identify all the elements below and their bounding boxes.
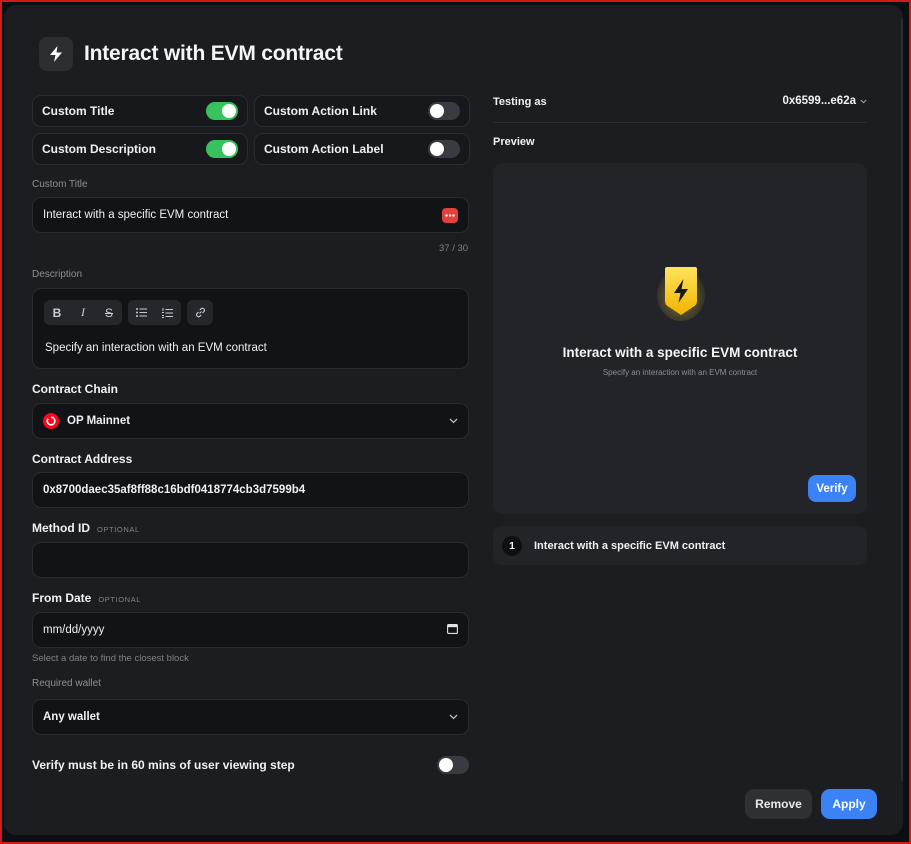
description-text: Specify an interaction with an EVM contr… xyxy=(45,342,267,354)
step-text: Interact with a specific EVM contract xyxy=(534,539,726,552)
optimism-icon xyxy=(43,413,59,429)
bold-icon[interactable]: B xyxy=(44,300,70,325)
interact-evm-modal: Interact with EVM contract Custom Title … xyxy=(4,5,903,835)
preview-subtitle: Specify an interaction with an EVM contr… xyxy=(602,368,758,377)
toggle-card-custom-action-label[interactable]: Custom Action Label xyxy=(254,133,470,165)
lightning-badge-icon xyxy=(657,265,705,321)
contract-chain-select[interactable]: OP Mainnet xyxy=(32,403,469,439)
contract-chain-label: Contract Chain xyxy=(32,382,119,396)
contract-address-input[interactable]: 0x8700daec35af8ff88c16bdf0418774cb3d7599… xyxy=(32,472,469,508)
link-toolbar xyxy=(187,300,213,325)
description-label: Description xyxy=(32,269,83,280)
from-date-helper: Select a date to find the closest block xyxy=(32,653,189,664)
wallet-address: 0x6599...e62a xyxy=(782,95,856,107)
method-id-label-text: Method ID xyxy=(32,521,90,535)
contract-address-value: 0x8700daec35af8ff88c16bdf0418774cb3d7599… xyxy=(43,484,306,496)
link-icon[interactable] xyxy=(187,300,213,325)
step-number: 1 xyxy=(502,535,522,556)
modal-title: Interact with EVM contract xyxy=(84,42,343,65)
strikethrough-icon[interactable]: S xyxy=(96,300,122,325)
verify-window-label: Verify must be in 60 mins of user viewin… xyxy=(32,758,295,772)
calendar-icon[interactable] xyxy=(447,623,458,637)
character-counter: 37 / 30 xyxy=(439,243,469,254)
custom-action-link-toggle[interactable] xyxy=(428,102,460,120)
apply-button[interactable]: Apply xyxy=(821,789,877,819)
toggle-label: Custom Title xyxy=(42,104,115,118)
list-toolbar xyxy=(128,300,181,325)
more-options-icon[interactable] xyxy=(442,207,458,223)
preview-label: Preview xyxy=(493,136,535,148)
toggle-card-custom-title[interactable]: Custom Title xyxy=(32,95,248,127)
custom-action-label-toggle[interactable] xyxy=(428,140,460,158)
text-format-toolbar: B I S xyxy=(44,300,122,325)
custom-title-toggle[interactable] xyxy=(206,102,238,120)
chevron-down-icon xyxy=(449,415,458,427)
contract-address-label: Contract Address xyxy=(32,452,133,466)
toggle-label: Custom Action Link xyxy=(264,104,377,118)
italic-icon[interactable]: I xyxy=(70,300,96,325)
description-editor[interactable]: B I S Specify an interaction with an EVM… xyxy=(32,288,469,369)
date-placeholder: mm/dd/yyyy xyxy=(43,624,105,636)
numbered-list-icon[interactable] xyxy=(154,300,180,325)
toggle-label: Custom Description xyxy=(42,142,157,156)
custom-title-value: Interact with a specific EVM contract xyxy=(43,209,229,221)
required-wallet-label: Required wallet xyxy=(32,678,101,689)
from-date-label: From Date OPTIONAL xyxy=(32,591,141,605)
from-date-label-text: From Date xyxy=(32,591,92,605)
verify-button[interactable]: Verify xyxy=(808,475,856,502)
contract-chain-value: OP Mainnet xyxy=(67,415,131,427)
toggle-card-custom-description[interactable]: Custom Description xyxy=(32,133,248,165)
wallet-selector[interactable]: 0x6599...e62a xyxy=(782,95,867,107)
required-wallet-value: Any wallet xyxy=(43,711,100,723)
preview-card: Interact with a specific EVM contract Sp… xyxy=(493,163,867,514)
custom-description-toggle[interactable] xyxy=(206,140,238,158)
lightning-icon xyxy=(39,37,73,71)
toggle-label: Custom Action Label xyxy=(264,142,384,156)
remove-button[interactable]: Remove xyxy=(745,789,812,819)
verify-window-toggle[interactable] xyxy=(437,756,469,774)
custom-title-input[interactable]: Interact with a specific EVM contract xyxy=(32,197,469,233)
optional-tag: OPTIONAL xyxy=(97,525,140,534)
scrollbar[interactable] xyxy=(901,17,903,782)
custom-title-label: Custom Title xyxy=(32,179,88,190)
method-id-label: Method ID OPTIONAL xyxy=(32,521,140,535)
method-id-input[interactable] xyxy=(32,542,469,578)
optional-tag: OPTIONAL xyxy=(98,595,142,604)
testing-as-label: Testing as xyxy=(493,96,547,108)
step-item[interactable]: 1 Interact with a specific EVM contract xyxy=(493,526,867,565)
preview-title: Interact with a specific EVM contract xyxy=(562,345,798,360)
bullet-list-icon[interactable] xyxy=(128,300,154,325)
chevron-down-icon xyxy=(449,711,458,723)
toggle-card-custom-action-link[interactable]: Custom Action Link xyxy=(254,95,470,127)
chevron-down-icon xyxy=(860,95,867,107)
required-wallet-select[interactable]: Any wallet xyxy=(32,699,469,735)
divider xyxy=(493,122,867,123)
from-date-input[interactable]: mm/dd/yyyy xyxy=(32,612,469,648)
